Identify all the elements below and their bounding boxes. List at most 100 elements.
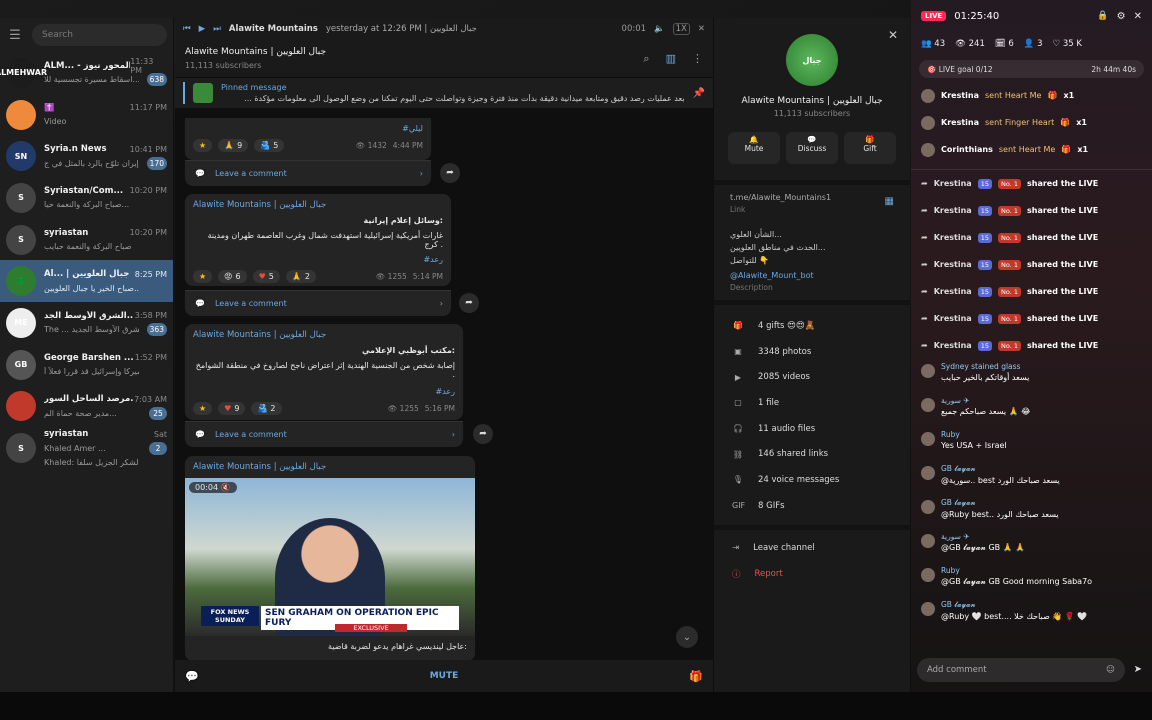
play-icon[interactable]: ▶: [199, 24, 206, 34]
sidebar-toggle-icon[interactable]: ▥: [666, 52, 676, 66]
message-author[interactable]: Alawite Mountains | جبال العلويين: [185, 462, 475, 472]
chat-item[interactable]: GB George Barshen ...1:52 PM أميركا وإسر…: [0, 344, 173, 386]
mute-action[interactable]: 🔔 Mute: [728, 132, 780, 164]
chat-item[interactable]: S Syriastan/Com... 10:20 PM صباح البركة و…: [0, 177, 173, 219]
gift-icon[interactable]: 🎁: [689, 670, 703, 683]
mute-icon[interactable]: 🔇: [221, 483, 231, 492]
reaction-hug[interactable]: 🫂 2: [251, 402, 282, 415]
chat-item[interactable]: S syriastan 10:20 PM صباح البركة والنعمة …: [0, 219, 173, 261]
user-avatar[interactable]: [921, 142, 935, 157]
mute-button[interactable]: MUTE: [430, 671, 459, 681]
reaction-hug[interactable]: 🫂 5: [254, 139, 285, 152]
settings-icon[interactable]: ⚙: [1117, 11, 1126, 22]
chat-item[interactable]: SN Syria.n News 10:41 PM إيران تلوّح بالر…: [0, 135, 173, 177]
user-avatar[interactable]: [921, 568, 935, 582]
volume-icon[interactable]: 🔈: [654, 24, 665, 34]
pinned-message[interactable]: Pinned message بعد عمليات رصد دقيق ومتاب…: [175, 78, 713, 108]
media-stat-row[interactable]: ▣ 3348 photos: [714, 339, 910, 365]
close-icon[interactable]: ✕: [888, 28, 898, 42]
more-icon[interactable]: ⋮: [692, 52, 703, 66]
reaction-pray[interactable]: 🙏 2: [285, 270, 316, 283]
video-player[interactable]: 00:04 🔇 FOX NEWS SUNDAY SEN GRAHAM ON OP…: [185, 478, 475, 636]
media-stat-row[interactable]: 🎁 4 gifts 😍😍🧸: [714, 313, 910, 339]
gift-action[interactable]: 🎁 Gift: [844, 132, 896, 164]
menu-icon[interactable]: ☰: [6, 26, 24, 44]
close-player-icon[interactable]: ✕: [698, 24, 705, 34]
reaction-star[interactable]: ★: [193, 139, 213, 152]
user-avatar[interactable]: [921, 88, 935, 103]
chat-name: syriastan: [44, 429, 89, 440]
media-stat-row[interactable]: 🎧 11 audio files: [714, 416, 910, 442]
user-avatar[interactable]: [921, 534, 935, 548]
bot-link[interactable]: @Alawite_Mount_bot: [730, 271, 894, 280]
share-button-3[interactable]: ➦: [473, 424, 493, 444]
chat-item[interactable]: مرصد الساحل السور...7:03 AM مدير صحة حما…: [0, 386, 173, 428]
news-banner-sub: EXCLUSIVE: [335, 624, 407, 632]
scroll-down-button[interactable]: ⌄: [676, 626, 698, 648]
message-author[interactable]: Alawite Mountains | جبال العلويين: [193, 330, 455, 340]
file-icon: ▢: [734, 398, 742, 408]
reaction-heart[interactable]: ♥ 9: [218, 402, 246, 415]
media-stat-row[interactable]: ⛓ 146 shared links: [714, 441, 910, 467]
media-stat-row[interactable]: ▢ 1 file: [714, 390, 910, 416]
user-avatar[interactable]: [921, 364, 935, 378]
media-stat-row[interactable]: 🎙 24 voice messages: [714, 467, 910, 493]
channel-chat: ⏮ ▶ ⏭ Alawite Mountains yesterday at 12:…: [175, 18, 713, 692]
search-input[interactable]: Search: [32, 24, 167, 46]
chat-item[interactable]: ✝️ 11:17 PM Video: [0, 94, 173, 136]
gift-event: Corinthians sent Heart Me 🎁 x1: [911, 136, 1152, 163]
media-stat-row[interactable]: GIF 8 GIFs: [714, 493, 910, 519]
user-avatar[interactable]: [921, 432, 935, 446]
close-live-icon[interactable]: ✕: [1134, 11, 1142, 22]
lock-icon[interactable]: 🔒: [1097, 11, 1108, 21]
chat-list-panel: ☰ Search ALMEHWAR ALM... - المحور نيوز 11…: [0, 18, 174, 692]
leave-comment-1[interactable]: 💬 Leave a comment ›: [185, 160, 431, 186]
share-event: ➦ Krestina 15 No. 1 shared the LIVE: [921, 340, 1099, 351]
leave-comment-3[interactable]: 💬 Leave a comment ›: [185, 421, 463, 447]
leave-comment-2[interactable]: 💬 Leave a comment ›: [185, 290, 451, 316]
media-stat-row[interactable]: ▶ 2085 videos: [714, 364, 910, 390]
live-comment: Ruby Yes USA + Israel: [911, 427, 1152, 461]
share-icon: ➦: [921, 287, 928, 296]
user-avatar[interactable]: [921, 115, 935, 130]
reaction-heart[interactable]: ♥ 5: [252, 270, 280, 283]
speed-button[interactable]: 1X: [672, 23, 690, 35]
comment-box[interactable]: Add comment ☺: [917, 658, 1125, 682]
report-button[interactable]: ⓘ Report: [714, 561, 910, 587]
skip-back-icon[interactable]: ⏮: [183, 24, 191, 34]
live-comment: Sydney stained glass يسعد أوقاتكم بالخير …: [911, 359, 1152, 393]
channel-link[interactable]: t.me/Alawite_Mountains1: [730, 193, 894, 202]
share-button-1[interactable]: ➦: [440, 163, 460, 183]
emoji-icon[interactable]: ☺: [1106, 665, 1115, 675]
search-icon[interactable]: ⌕: [643, 52, 649, 66]
chat-item[interactable]: ME الشرق الأوسط الجد...3:58 PM The ... ا…: [0, 302, 173, 344]
hug-icon: 🫂: [260, 141, 271, 150]
discuss-action[interactable]: 💬 Discuss: [786, 132, 838, 164]
live-goal[interactable]: 🎯 LIVE goal 0/12 2h 44m 40s: [919, 60, 1144, 78]
share-button-2[interactable]: ➦: [459, 293, 479, 313]
user-avatar[interactable]: [921, 500, 935, 514]
reaction-angry[interactable]: 😡 6: [218, 270, 247, 283]
discuss-icon[interactable]: 💬: [185, 670, 199, 683]
leave-channel-button[interactable]: ⇥ Leave channel: [714, 536, 910, 562]
qr-icon[interactable]: ▦: [885, 196, 894, 207]
pin-list-icon[interactable]: 📌: [693, 88, 705, 99]
message-hashtag[interactable]: #رعد: [193, 255, 443, 264]
message-hashtag[interactable]: #رعد: [193, 387, 455, 396]
user-avatar[interactable]: [921, 398, 935, 412]
send-icon[interactable]: ➤: [1134, 664, 1142, 675]
user-avatar[interactable]: [921, 602, 935, 616]
chat-item[interactable]: ALMEHWAR ALM... - المحور نيوز 11:33 PM اس…: [0, 52, 173, 94]
chat-header[interactable]: Alawite Mountains | جبال العلويين 11,113…: [175, 40, 713, 78]
chat-item[interactable]: 🌲 Al... | جبال العلويين 8:25 PM صباح الخي…: [0, 260, 173, 303]
chat-time: 3:58 PM: [134, 311, 167, 321]
skip-forward-icon[interactable]: ⏭: [213, 24, 221, 34]
user-avatar[interactable]: [921, 466, 935, 480]
chat-item[interactable]: S syriastan Sat Khaled Amer ... 2 Khaled: …: [0, 427, 173, 469]
reaction-star[interactable]: ★: [193, 402, 213, 415]
message-hashtag[interactable]: #ليلي: [193, 124, 423, 133]
chat-avatar: S: [6, 433, 36, 464]
reaction-star[interactable]: ★: [193, 270, 213, 283]
message-author[interactable]: Alawite Mountains | جبال العلويين: [193, 200, 443, 210]
reaction-pray[interactable]: 🙏 9: [218, 139, 249, 152]
